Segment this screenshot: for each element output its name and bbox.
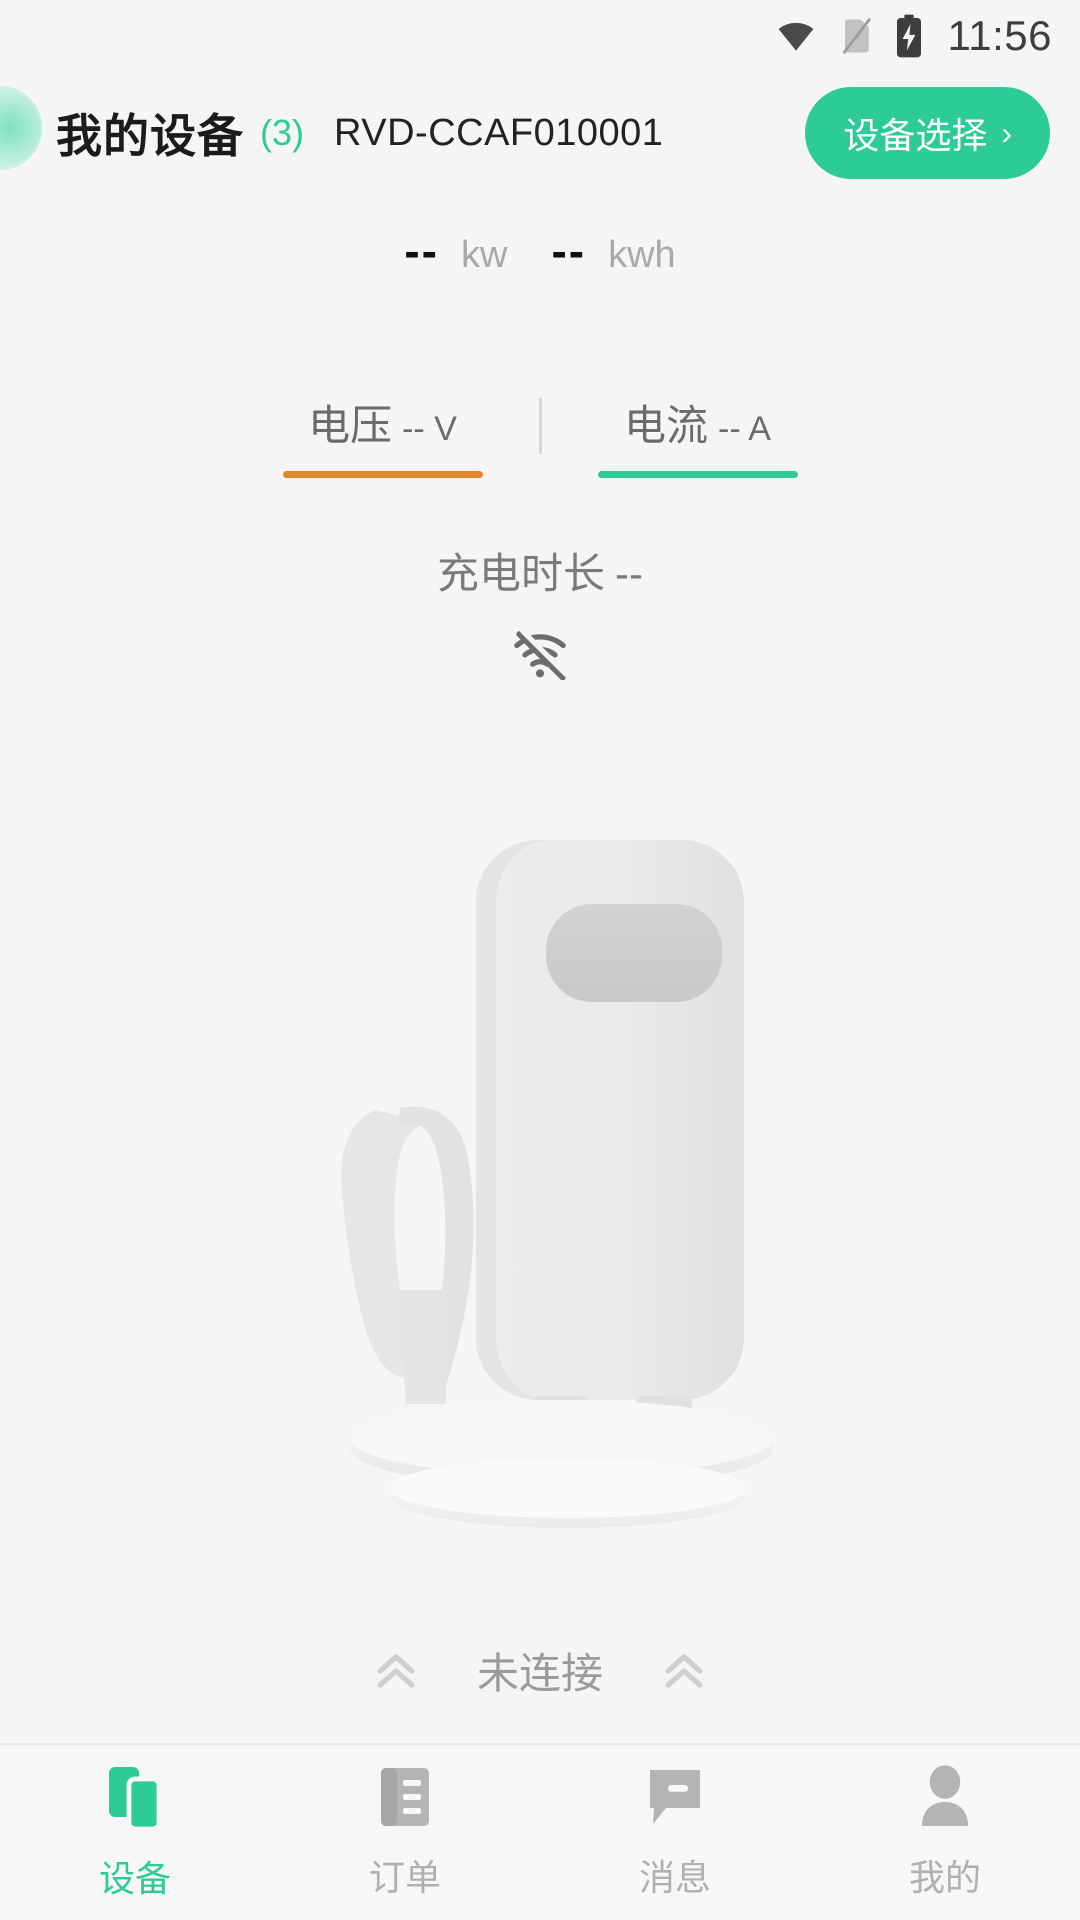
page-header: 我的设备 (3) RVD-CCAF010001 设备选择 › xyxy=(0,78,1080,188)
nav-item-profile[interactable]: 我的 xyxy=(810,1745,1080,1920)
charging-duration-label: 充电时长 xyxy=(437,550,606,597)
energy-value: -- xyxy=(551,225,587,277)
ev-charger-illustration xyxy=(280,820,800,1545)
status-bar: 11:56 xyxy=(0,0,1080,72)
tab-current-text: 电流 -- A xyxy=(620,392,775,471)
nav-item-orders[interactable]: 订单 xyxy=(270,1745,540,1920)
nav-label-messages: 消息 xyxy=(638,1857,711,1898)
nav-label-profile: 我的 xyxy=(908,1857,981,1898)
power-value: -- xyxy=(404,225,439,277)
chevron-double-up-icon-right xyxy=(659,1649,709,1693)
energy-unit: kwh xyxy=(608,234,676,276)
status-bar-clock: 11:56 xyxy=(947,12,1052,59)
nav-label-devices: 设备 xyxy=(98,1858,171,1899)
app-root: 11:56 我的设备 (3) RVD-CCAF010001 设备选择 › -- … xyxy=(0,0,1080,1920)
voltage-current-tabs: 电压 -- V 电流 -- A xyxy=(0,392,1080,478)
nav-item-devices[interactable]: 设备 xyxy=(0,1745,270,1920)
tab-current-label: 电流 xyxy=(624,402,709,449)
connection-status-bar[interactable]: 未连接 xyxy=(0,1640,1080,1701)
sim-card-off-icon xyxy=(836,14,876,58)
power-metrics-row: -- kw -- kwh xyxy=(0,228,1080,274)
profile-person-icon xyxy=(915,1764,975,1835)
page-title: 我的设备 xyxy=(56,110,244,162)
tab-voltage-text: 电压 -- V xyxy=(304,392,461,471)
device-select-button[interactable]: 设备选择 › xyxy=(805,87,1050,179)
tab-current[interactable]: 电流 -- A xyxy=(597,392,798,478)
tab-voltage-value: -- V xyxy=(402,410,457,448)
bottom-navigation: 设备 订单 消息 我的 xyxy=(0,1745,1080,1920)
tab-separator xyxy=(538,398,542,454)
wifi-icon xyxy=(774,14,818,58)
tab-current-value: -- A xyxy=(718,410,771,448)
power-metric: -- kw xyxy=(404,228,507,274)
device-illustration-container xyxy=(0,820,1080,1545)
charging-duration: 充电时长 -- xyxy=(0,540,1080,601)
battery-charging-icon xyxy=(894,13,924,59)
order-list-icon xyxy=(375,1764,435,1835)
message-icon xyxy=(644,1764,706,1835)
connection-status-text: 未连接 xyxy=(476,1650,603,1697)
device-serial-number: RVD-CCAF010001 xyxy=(334,111,664,154)
device-icon xyxy=(103,1763,167,1836)
energy-metric: -- kwh xyxy=(551,228,675,274)
nav-item-messages[interactable]: 消息 xyxy=(540,1745,810,1920)
charging-duration-value: -- xyxy=(615,550,643,597)
wifi-off-icon xyxy=(509,628,571,685)
device-count-badge: (3) xyxy=(260,112,304,153)
tab-voltage[interactable]: 电压 -- V xyxy=(282,392,483,478)
network-status xyxy=(0,628,1080,685)
nav-label-orders: 订单 xyxy=(368,1857,441,1898)
tab-current-underline xyxy=(597,471,798,478)
power-unit: kw xyxy=(460,234,508,276)
tab-voltage-underline xyxy=(282,471,483,478)
chevron-double-up-icon-left xyxy=(371,1649,421,1693)
chevron-right-icon: › xyxy=(1001,115,1012,151)
device-select-label: 设备选择 xyxy=(843,115,988,156)
tab-voltage-label: 电压 xyxy=(308,402,393,449)
